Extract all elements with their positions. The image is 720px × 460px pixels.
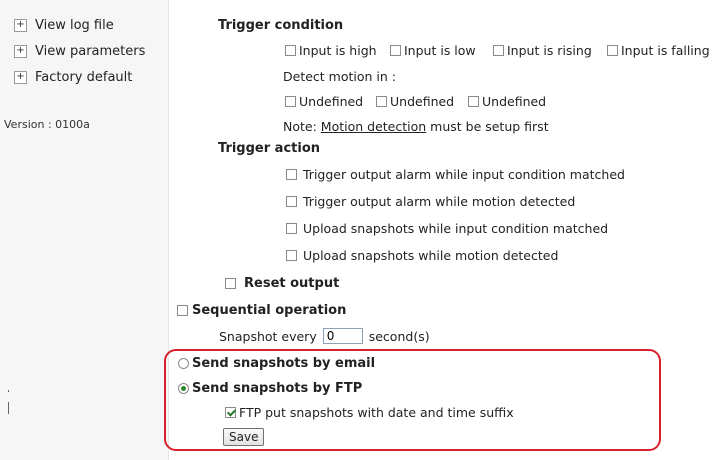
upload-on-motion-checkbox[interactable] xyxy=(286,250,297,261)
input-falling-checkbox[interactable] xyxy=(607,45,618,56)
sequential-operation-label: Sequential operation xyxy=(192,303,347,318)
note-suffix: must be setup first xyxy=(426,119,549,134)
version-text: Version : 0100a xyxy=(4,118,90,131)
sidebar-item-view-parameters[interactable]: + View parameters xyxy=(14,42,145,60)
motion-window-1-option[interactable]: Undefined xyxy=(285,94,363,109)
sequential-operation-checkbox[interactable] xyxy=(177,305,188,316)
sidebar-item-label: View log file xyxy=(35,17,114,33)
motion-window-3-option[interactable]: Undefined xyxy=(468,94,546,109)
motion-note: Note: Motion detection must be setup fir… xyxy=(283,119,549,134)
reset-output-option[interactable]: Reset output xyxy=(225,276,339,291)
alarm-on-input-label: Trigger output alarm while input conditi… xyxy=(303,167,625,182)
snapshot-every-label: Snapshot every xyxy=(219,328,317,344)
trigger-action-heading: Trigger action xyxy=(218,141,321,156)
motion-window-1-checkbox[interactable] xyxy=(285,96,296,107)
input-rising-label: Input is rising xyxy=(507,43,592,58)
sidebar-item-label: Factory default xyxy=(35,69,133,85)
input-low-checkbox[interactable] xyxy=(390,45,401,56)
expand-icon: + xyxy=(14,18,27,32)
upload-on-motion-label: Upload snapshots while motion detected xyxy=(303,248,559,263)
alarm-on-input-checkbox[interactable] xyxy=(286,169,297,180)
input-high-option[interactable]: Input is high xyxy=(285,43,377,58)
input-high-checkbox[interactable] xyxy=(285,45,296,56)
expand-icon: + xyxy=(14,44,27,58)
left-edge-mark xyxy=(8,390,9,392)
detect-motion-label: Detect motion in : xyxy=(283,69,396,84)
sequential-operation-option[interactable]: Sequential operation xyxy=(177,303,346,318)
input-high-label: Input is high xyxy=(299,43,377,58)
alarm-on-motion-label: Trigger output alarm while motion detect… xyxy=(303,194,576,209)
alarm-on-motion-checkbox[interactable] xyxy=(286,196,297,207)
expand-icon: + xyxy=(14,70,27,84)
upload-on-input-checkbox[interactable] xyxy=(286,223,297,234)
left-edge-mark xyxy=(8,402,9,414)
sidebar-item-factory-default[interactable]: + Factory default xyxy=(14,68,132,86)
motion-detection-link[interactable]: Motion detection xyxy=(321,119,426,134)
trigger-condition-heading: Trigger condition xyxy=(218,18,344,33)
snapshot-interval-row: Snapshot every second(s) xyxy=(219,328,430,344)
motion-window-2-option[interactable]: Undefined xyxy=(376,94,454,109)
input-falling-label: Input is falling xyxy=(621,43,710,58)
motion-window-2-label: Undefined xyxy=(390,94,455,109)
alarm-on-motion-option[interactable]: Trigger output alarm while motion detect… xyxy=(286,194,575,209)
input-low-label: Input is low xyxy=(404,43,476,58)
motion-window-3-label: Undefined xyxy=(482,94,547,109)
alarm-on-input-option[interactable]: Trigger output alarm while input conditi… xyxy=(286,167,625,182)
sidebar-item-view-log-file[interactable]: + View log file xyxy=(14,16,114,34)
sidebar-item-label: View parameters xyxy=(35,43,146,59)
input-rising-checkbox[interactable] xyxy=(493,45,504,56)
upload-on-input-option[interactable]: Upload snapshots while input condition m… xyxy=(286,221,608,236)
motion-window-3-checkbox[interactable] xyxy=(468,96,479,107)
motion-window-2-checkbox[interactable] xyxy=(376,96,387,107)
reset-output-label: Reset output xyxy=(244,276,340,291)
upload-on-input-label: Upload snapshots while input condition m… xyxy=(303,221,609,236)
highlight-annotation xyxy=(164,349,661,451)
motion-window-1-label: Undefined xyxy=(299,94,364,109)
reset-output-checkbox[interactable] xyxy=(225,278,236,289)
note-prefix: Note: xyxy=(283,119,321,134)
input-falling-option[interactable]: Input is falling xyxy=(607,43,710,58)
input-low-option[interactable]: Input is low xyxy=(390,43,476,58)
upload-on-motion-option[interactable]: Upload snapshots while motion detected xyxy=(286,248,558,263)
snapshot-interval-input[interactable] xyxy=(322,328,363,344)
input-rising-option[interactable]: Input is rising xyxy=(493,43,592,58)
seconds-label: second(s) xyxy=(368,328,430,344)
